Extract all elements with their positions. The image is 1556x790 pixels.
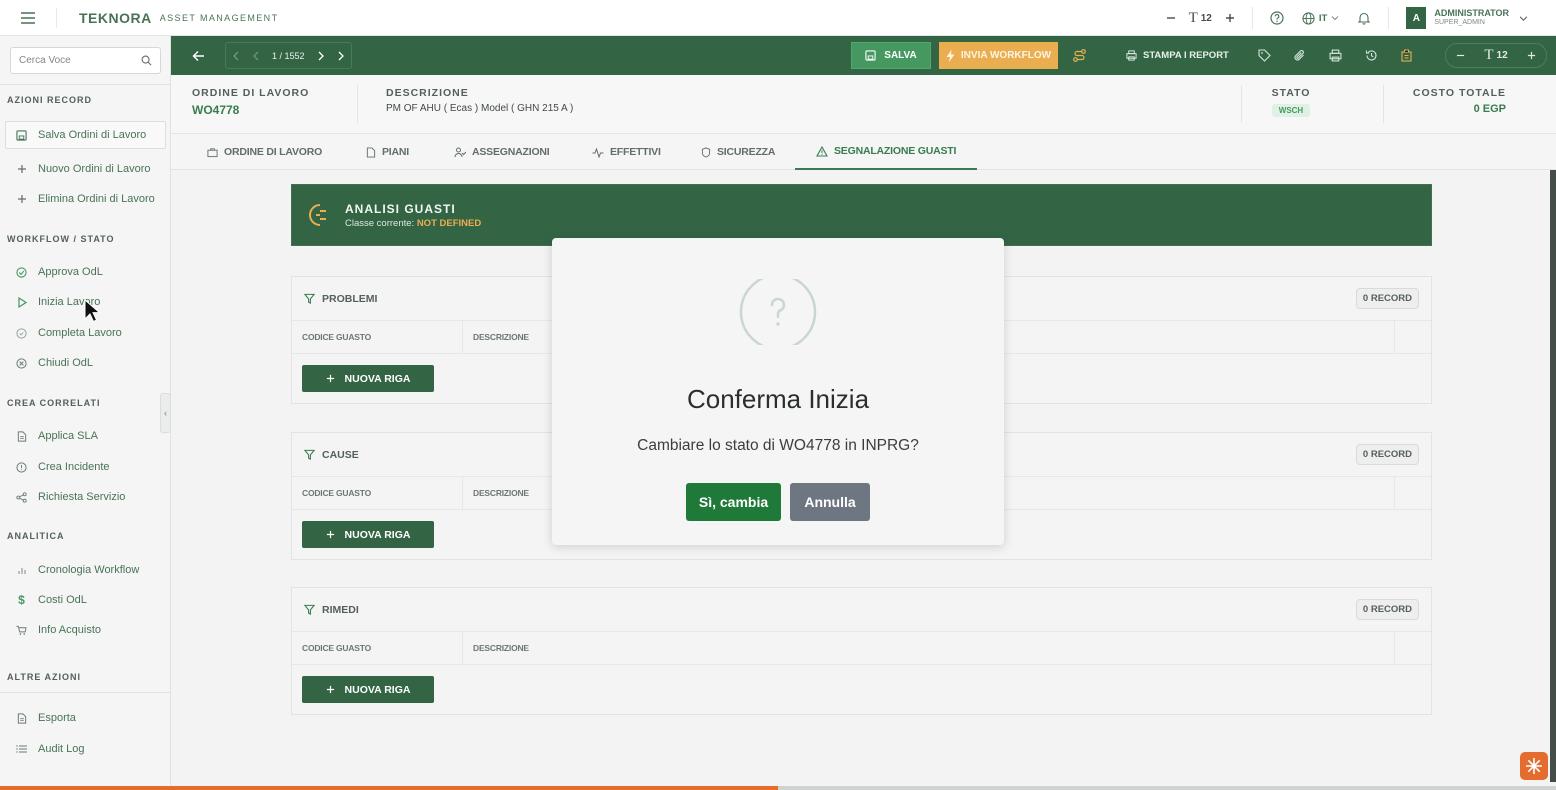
question-icon (739, 279, 817, 345)
progress-fill (0, 786, 778, 790)
dialog-message: Cambiare lo stato di WO4778 in INPRG? (637, 437, 919, 454)
confirm-button[interactable]: Sì, cambia (686, 483, 781, 521)
dialog-title: Conferma Inizia (686, 384, 870, 414)
confirm-dialog: Conferma Inizia Cambiare lo stato di WO4… (552, 238, 1004, 545)
assistant-button[interactable] (1520, 752, 1548, 780)
page-progress-bar (0, 786, 1556, 790)
mouse-cursor-icon (84, 299, 100, 323)
cancel-button[interactable]: Annulla (790, 483, 870, 521)
sparkle-icon (1526, 758, 1542, 774)
